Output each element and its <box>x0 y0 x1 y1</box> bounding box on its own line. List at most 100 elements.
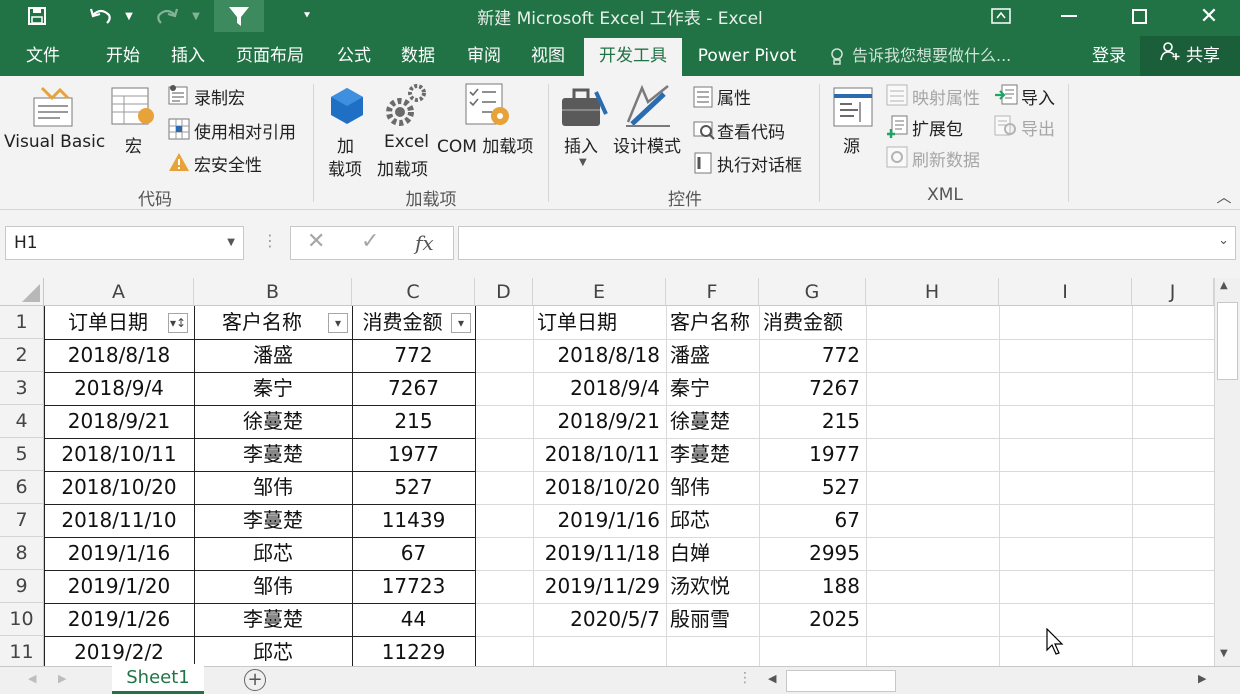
sheet-scroll-left-icon[interactable]: ◀ <box>28 672 36 685</box>
filter-icon[interactable] <box>214 0 264 32</box>
column-header-j[interactable]: J <box>1132 278 1214 306</box>
table2-cell[interactable]: 汤欢悦 <box>666 570 759 603</box>
row-header-4[interactable]: 4 <box>0 405 44 438</box>
table1-cell[interactable]: 772 <box>352 339 475 372</box>
tab-power-pivot[interactable]: Power Pivot <box>690 38 804 74</box>
xml-source-icon[interactable] <box>832 86 874 132</box>
macros-button[interactable]: 宏 <box>125 132 142 157</box>
minimize-icon[interactable] <box>1054 0 1084 32</box>
table1-cell[interactable]: 527 <box>352 471 475 504</box>
expand-formula-bar-icon[interactable]: ⌄ <box>1218 233 1229 248</box>
table1-cell[interactable]: 李蔓楚 <box>194 438 352 471</box>
design-mode-button[interactable]: 设计模式 <box>613 132 681 157</box>
add-sheet-icon[interactable]: + <box>244 669 266 691</box>
export-button[interactable]: 导出 <box>1021 115 1055 140</box>
vertical-scroll-thumb[interactable] <box>1217 302 1238 380</box>
tab-page-layout[interactable]: 页面布局 <box>226 38 314 74</box>
undo-dropdown-icon[interactable]: ▼ <box>120 0 138 32</box>
properties-button[interactable]: 属性 <box>717 84 751 109</box>
table2-cell[interactable]: 527 <box>759 471 866 504</box>
run-dialog-button[interactable]: 执行对话框 <box>717 151 802 176</box>
tab-split-grip-icon[interactable]: ⋮ <box>738 670 752 686</box>
tab-review[interactable]: 审阅 <box>456 38 512 74</box>
relative-reference-button[interactable]: 使用相对引用 <box>194 118 296 143</box>
record-macro-button[interactable]: 录制宏 <box>194 84 245 109</box>
column-header-f[interactable]: F <box>666 278 759 306</box>
addins-button-line1[interactable]: 加 <box>337 132 354 157</box>
table2-cell[interactable]: 殷丽雪 <box>666 603 759 636</box>
table1-header-cell[interactable]: 消费金额 <box>352 306 453 339</box>
table2-cell[interactable]: 邱芯 <box>666 504 759 537</box>
table1-cell[interactable]: 李蔓楚 <box>194 603 352 636</box>
column-header-g[interactable]: G <box>759 278 866 306</box>
macros-icon[interactable] <box>110 84 156 134</box>
table2-cell[interactable]: 2995 <box>759 537 866 570</box>
table1-header-cell[interactable]: 客户名称 <box>194 306 330 339</box>
excel-addins-line1[interactable]: Excel <box>384 132 429 152</box>
table1-cell[interactable]: 2018/9/21 <box>44 405 194 438</box>
table2-cell[interactable]: 2020/5/7 <box>533 603 666 636</box>
refresh-data-button[interactable]: 刷新数据 <box>912 146 980 171</box>
table1-cell[interactable]: 徐蔓楚 <box>194 405 352 438</box>
redo-icon[interactable] <box>152 0 182 32</box>
table2-cell[interactable]: 2018/8/18 <box>533 339 666 372</box>
table1-cell[interactable]: 67 <box>352 537 475 570</box>
maximize-icon[interactable] <box>1124 0 1154 32</box>
table2-cell[interactable]: 2019/11/29 <box>533 570 666 603</box>
insert-control-toolbox-icon[interactable] <box>560 84 608 134</box>
table1-cell[interactable]: 17723 <box>352 570 475 603</box>
tab-data[interactable]: 数据 <box>390 38 446 74</box>
table2-cell[interactable]: 2025 <box>759 603 866 636</box>
tab-formulas[interactable]: 公式 <box>326 38 382 74</box>
table1-cell[interactable]: 邹伟 <box>194 471 352 504</box>
horizontal-scroll-thumb[interactable] <box>786 670 896 692</box>
column-header-b[interactable]: B <box>194 278 352 306</box>
insert-control-button[interactable]: 插入 <box>564 132 598 157</box>
design-mode-icon[interactable] <box>624 82 672 132</box>
filter-dropdown-icon[interactable]: ▾ <box>451 313 471 333</box>
tell-me-search[interactable]: 告诉我您想要做什么... <box>852 38 1011 74</box>
table2-cell[interactable]: 李蔓楚 <box>666 438 759 471</box>
com-addins-icon[interactable] <box>464 82 512 134</box>
ribbon-display-icon[interactable] <box>986 0 1016 32</box>
column-header-h[interactable]: H <box>866 278 999 306</box>
table2-cell[interactable]: 秦宁 <box>666 372 759 405</box>
formula-input[interactable]: ⌄ <box>458 226 1236 260</box>
cancel-icon[interactable]: ✕ <box>307 229 325 254</box>
undo-icon[interactable] <box>86 0 116 32</box>
table1-cell[interactable]: 44 <box>352 603 475 636</box>
table1-cell[interactable]: 11439 <box>352 504 475 537</box>
table2-header-cell[interactable]: 消费金额 <box>759 306 866 339</box>
row-header-3[interactable]: 3 <box>0 372 44 405</box>
table1-cell[interactable]: 李蔓楚 <box>194 504 352 537</box>
collapse-ribbon-icon[interactable]: ︿ <box>1214 186 1234 206</box>
insert-control-dropdown-icon[interactable]: ▼ <box>579 157 587 168</box>
column-header-i[interactable]: I <box>999 278 1132 306</box>
scroll-up-icon[interactable]: ▲ <box>1220 280 1228 291</box>
import-button[interactable]: 导入 <box>1021 84 1055 109</box>
table1-cell[interactable]: 2019/1/16 <box>44 537 194 570</box>
visual-basic-button[interactable]: Visual Basic <box>4 132 105 152</box>
table2-cell[interactable]: 188 <box>759 570 866 603</box>
table1-cell[interactable]: 潘盛 <box>194 339 352 372</box>
row-header-2[interactable]: 2 <box>0 339 44 372</box>
customize-toolbar-icon[interactable]: ⯆ <box>298 0 316 32</box>
excel-addins-line2[interactable]: 加载项 <box>377 155 428 180</box>
table1-cell[interactable]: 2019/1/26 <box>44 603 194 636</box>
table2-cell[interactable]: 7267 <box>759 372 866 405</box>
scroll-down-icon[interactable]: ▼ <box>1220 648 1228 659</box>
row-header-5[interactable]: 5 <box>0 438 44 471</box>
table1-cell[interactable]: 邱芯 <box>194 636 352 669</box>
table1-header-cell[interactable]: 订单日期 <box>44 306 172 339</box>
expansion-packs-button[interactable]: 扩展包 <box>912 115 963 140</box>
insert-function-icon[interactable]: fx <box>415 231 434 255</box>
table1-cell[interactable]: 2018/10/20 <box>44 471 194 504</box>
hscroll-right-icon[interactable]: ▶ <box>1198 672 1206 685</box>
table2-cell[interactable]: 2018/9/4 <box>533 372 666 405</box>
table2-cell[interactable]: 215 <box>759 405 866 438</box>
map-properties-button[interactable]: 映射属性 <box>912 84 980 109</box>
table2-cell[interactable]: 邹伟 <box>666 471 759 504</box>
row-header-7[interactable]: 7 <box>0 504 44 537</box>
row-header-10[interactable]: 10 <box>0 603 44 636</box>
formula-bar-grip-icon[interactable]: ⋮ <box>262 231 278 251</box>
